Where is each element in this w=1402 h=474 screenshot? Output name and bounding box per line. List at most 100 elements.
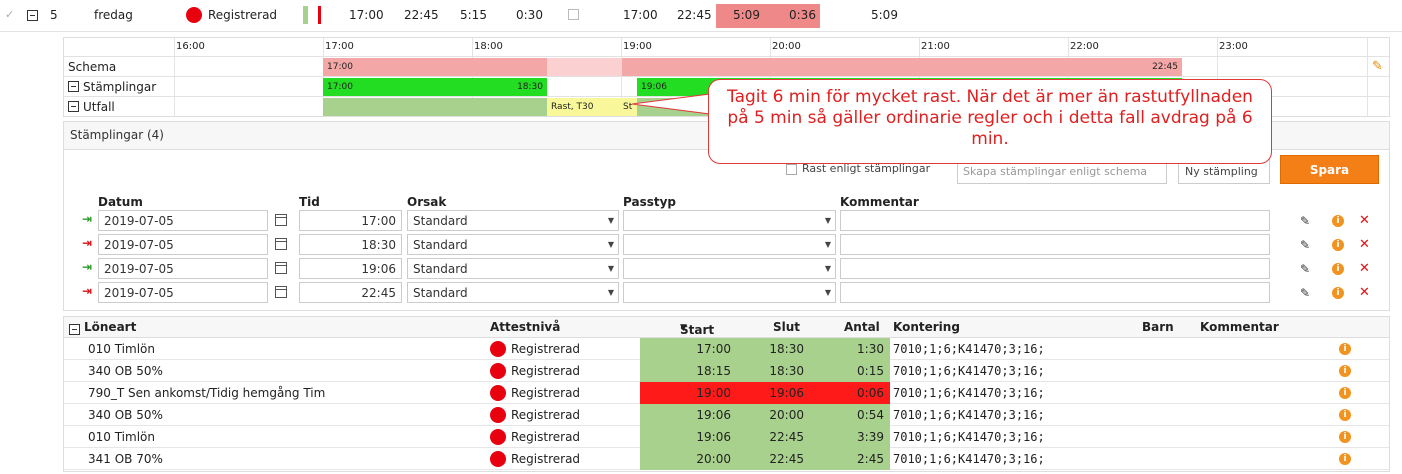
loneart-name: 341 OB 70% [88,452,163,466]
col-antal: Antal [844,320,880,334]
pencil-icon[interactable]: ✎ [1372,59,1383,74]
calendar-icon[interactable] [275,214,287,226]
end-time: 19:06 [769,386,804,400]
loneart-name: 340 OB 50% [88,408,163,422]
schema-bar-part2: 22:45 [622,58,1182,76]
col-orsak: Orsak [407,195,447,209]
info-icon[interactable]: i [1339,431,1351,443]
info-icon[interactable]: i [1332,263,1344,275]
day-summary-row[interactable]: ✓ 5 fredag Registrerad 17:00 22:45 5:15 … [0,0,1402,32]
status-text: Registrerad [511,342,581,356]
comment-field[interactable] [840,282,1270,303]
schedule-start: 17:00 [349,8,384,22]
schema-bar-part1: 17:00 [323,58,547,76]
status-text: Registrerad [511,364,581,378]
start-time: 17:00 [696,342,731,356]
weekday: fredag [94,8,133,22]
col-slut: Slut [773,320,801,334]
hour-label: 18:00 [474,41,503,52]
diff-time: 0:36 [789,8,816,22]
reason-select[interactable]: Standard ▼ [407,258,619,279]
count: 3:39 [857,430,884,444]
passtyp-select[interactable]: ▼ [623,210,836,231]
table-row[interactable]: 341 OB 70% Registrerad 20:00 22:45 2:45 … [64,448,1389,470]
break-time: 0:30 [516,8,543,22]
info-icon[interactable]: i [1339,365,1351,377]
status-text: Registrerad [208,8,278,22]
date-field[interactable]: 2019-07-05 [98,234,268,255]
kontering: 7010;1;6;K41470;3;16; [893,364,1045,378]
passtyp-select[interactable]: ▼ [623,234,836,255]
time-field[interactable]: 19:06 [299,258,402,279]
info-icon[interactable]: i [1332,239,1344,251]
row-checkbox[interactable] [568,9,579,20]
stamp-bar-1-start: 17:00 [327,82,353,92]
day-number: 5 [50,8,58,22]
status-dot-icon [490,429,506,445]
sign-in-icon: ⇥ [82,260,93,274]
date-field[interactable]: 2019-07-05 [98,210,268,231]
passtyp-select[interactable]: ▼ [623,282,836,303]
comment-field[interactable] [840,234,1270,255]
status-text: Registrerad [511,430,581,444]
date-field[interactable]: 2019-07-05 [98,282,268,303]
loneart-table: Löneart Attestnivå Start ▼ Slut Antal Ko… [63,316,1390,472]
info-icon[interactable]: i [1339,409,1351,421]
loneart-name: 010 Timlön [88,342,155,356]
passtyp-select[interactable]: ▼ [623,258,836,279]
status-dot-icon [490,363,506,379]
table-row[interactable]: 010 Timlön Registrerad 19:06 22:45 3:39 … [64,426,1389,448]
table-row[interactable]: 340 OB 50% Registrerad 19:06 20:00 0:54 … [64,404,1389,426]
kontering: 7010;1;6;K41470;3;16; [893,430,1045,444]
count: 0:54 [857,408,884,422]
kontering: 7010;1;6;K41470;3;16; [893,408,1045,422]
count: 0:15 [857,364,884,378]
spara-button[interactable]: Spara [1280,155,1379,184]
delete-icon[interactable]: ✕ [1359,214,1370,227]
info-icon[interactable]: i [1339,387,1351,399]
calendar-icon[interactable] [275,238,287,250]
row-label-utfall: Utfall [68,100,115,114]
hour-label: 20:00 [772,41,801,52]
rast-checkbox[interactable] [786,164,797,175]
info-icon[interactable]: i [1332,215,1344,227]
total-time: 5:09 [871,8,898,22]
start-time: 19:06 [696,408,731,422]
count: 1:30 [857,342,884,356]
col-attestniva: Attestnivå [490,320,561,334]
time-field[interactable]: 18:30 [299,234,402,255]
calendar-icon[interactable] [275,286,287,298]
schedule-length: 5:15 [460,8,487,22]
time-field[interactable]: 17:00 [299,210,402,231]
utfall-work-bar-1 [323,98,547,116]
edit-icon[interactable]: ✎ [1300,215,1312,227]
info-icon[interactable]: i [1339,343,1351,355]
table-row[interactable]: 790_T Sen ankomst/Tidig hemgång Tim Regi… [64,382,1389,404]
info-icon[interactable]: i [1332,287,1344,299]
utfall-rast-bar: Rast, T30 [547,98,621,116]
collapse-icon[interactable] [27,10,38,24]
comment-field[interactable] [840,258,1270,279]
edit-icon[interactable]: ✎ [1300,263,1312,275]
calendar-icon[interactable] [275,262,287,274]
comment-field[interactable] [840,210,1270,231]
count: 2:45 [857,452,884,466]
table-row[interactable]: 010 Timlön Registrerad 17:00 18:30 1:30 … [64,338,1389,360]
status-dot-icon [490,385,506,401]
tooltip-callout: Tagit 6 min för mycket rast. När det är … [708,79,1272,164]
table-row[interactable]: 340 OB 50% Registrerad 18:15 18:30 0:15 … [64,360,1389,382]
reason-select[interactable]: Standard ▼ [407,282,619,303]
worked-time: 5:09 [733,8,760,22]
schema-bar-break [547,58,622,76]
time-field[interactable]: 22:45 [299,282,402,303]
reason-select[interactable]: Standard ▼ [407,210,619,231]
date-field[interactable]: 2019-07-05 [98,258,268,279]
delete-icon[interactable]: ✕ [1359,286,1370,299]
reason-select[interactable]: Standard ▼ [407,234,619,255]
edit-icon[interactable]: ✎ [1300,239,1312,251]
edit-icon[interactable]: ✎ [1300,287,1312,299]
delete-icon[interactable]: ✕ [1359,238,1370,251]
delete-icon[interactable]: ✕ [1359,262,1370,275]
kontering: 7010;1;6;K41470;3;16; [893,342,1045,356]
info-icon[interactable]: i [1339,453,1351,465]
